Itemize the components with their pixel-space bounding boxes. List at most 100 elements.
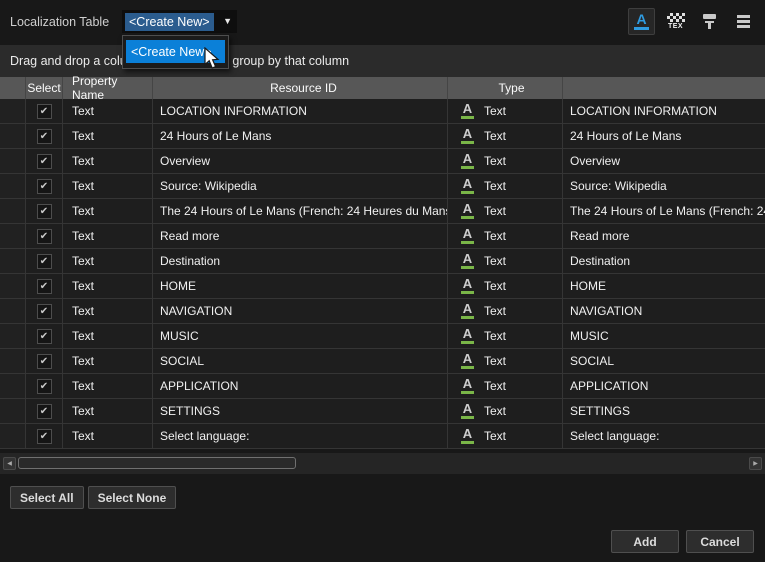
header-type[interactable]: Type [448, 77, 563, 99]
resource-id-cell: APPLICATION [153, 374, 448, 398]
resource-id-cell: Select language: [153, 424, 448, 448]
row-checkbox[interactable]: ✔ [37, 329, 52, 344]
menu-button[interactable] [730, 8, 757, 35]
type-cell: A Text [448, 174, 563, 198]
value-cell: MUSIC [563, 324, 765, 348]
type-label: Text [484, 229, 506, 243]
header-property-name[interactable]: Property Name [63, 77, 153, 99]
header-select[interactable]: Select [26, 77, 63, 99]
check-icon: ✔ [40, 155, 48, 168]
type-label: Text [484, 204, 506, 218]
row-checkbox[interactable]: ✔ [37, 154, 52, 169]
property-name-cell: Text [63, 274, 153, 298]
type-cell: A Text [448, 424, 563, 448]
row-checkbox[interactable]: ✔ [37, 279, 52, 294]
type-label: Text [484, 179, 506, 193]
value-cell: 24 Hours of Le Mans [563, 124, 765, 148]
row-select-cell: ✔ [26, 149, 63, 173]
row-checkbox[interactable]: ✔ [37, 429, 52, 444]
value-cell: Destination [563, 249, 765, 273]
check-icon: ✔ [40, 255, 48, 268]
add-button[interactable]: Add [611, 530, 679, 553]
text-type-icon: A [461, 303, 474, 319]
select-all-button[interactable]: Select All [10, 486, 84, 509]
check-icon: ✔ [40, 230, 48, 243]
row-gutter [0, 324, 26, 348]
texture-checker-icon [667, 13, 685, 22]
value-cell: Source: Wikipedia [563, 174, 765, 198]
table-row[interactable]: ✔ Text The 24 Hours of Le Mans (French: … [0, 199, 765, 224]
text-type-icon: A [461, 278, 474, 294]
row-checkbox[interactable]: ✔ [37, 129, 52, 144]
table-row[interactable]: ✔ Text Source: Wikipedia A Text Source: … [0, 174, 765, 199]
resource-id-cell: SOCIAL [153, 349, 448, 373]
row-checkbox[interactable]: ✔ [37, 304, 52, 319]
row-select-cell: ✔ [26, 124, 63, 148]
scroll-left-icon: ◀ [7, 460, 12, 467]
row-checkbox[interactable]: ✔ [37, 354, 52, 369]
table-row[interactable]: ✔ Text 24 Hours of Le Mans A Text 24 Hou… [0, 124, 765, 149]
text-type-icon: A [461, 203, 474, 219]
table-row[interactable]: ✔ Text Select language: A Text Select la… [0, 424, 765, 449]
localize-text-button[interactable]: A [628, 8, 655, 35]
type-cell: A Text [448, 324, 563, 348]
property-name-cell: Text [63, 374, 153, 398]
filter-button[interactable] [696, 8, 723, 35]
type-label: Text [484, 354, 506, 368]
row-checkbox[interactable]: ✔ [37, 229, 52, 244]
value-cell: Select language: [563, 424, 765, 448]
cancel-button[interactable]: Cancel [686, 530, 754, 553]
header-resource-id[interactable]: Resource ID [153, 77, 448, 99]
horizontal-scrollbar[interactable]: ◀ ▶ [0, 453, 765, 474]
header-gutter [0, 77, 26, 99]
row-checkbox[interactable]: ✔ [37, 379, 52, 394]
property-name-cell: Text [63, 224, 153, 248]
localize-texture-button[interactable]: TEX [662, 8, 689, 35]
page-title: Localization Table [10, 15, 109, 29]
text-type-icon: A [461, 378, 474, 394]
table-row[interactable]: ✔ Text SOCIAL A Text SOCIAL [0, 349, 765, 374]
header-value[interactable] [563, 77, 765, 99]
resource-id-cell: SETTINGS [153, 399, 448, 423]
table-row[interactable]: ✔ Text LOCATION INFORMATION A Text LOCAT… [0, 99, 765, 124]
row-checkbox[interactable]: ✔ [37, 404, 52, 419]
type-cell: A Text [448, 299, 563, 323]
row-gutter [0, 249, 26, 273]
scroll-left-button[interactable]: ◀ [3, 457, 16, 470]
resource-id-cell: HOME [153, 274, 448, 298]
resource-id-cell: 24 Hours of Le Mans [153, 124, 448, 148]
check-icon: ✔ [40, 430, 48, 443]
table-row[interactable]: ✔ Text Destination A Text Destination [0, 249, 765, 274]
row-select-cell: ✔ [26, 374, 63, 398]
hamburger-menu-icon [737, 15, 750, 18]
row-checkbox[interactable]: ✔ [37, 104, 52, 119]
table-row[interactable]: ✔ Text Read more A Text Read more [0, 224, 765, 249]
row-gutter [0, 149, 26, 173]
table-row[interactable]: ✔ Text SETTINGS A Text SETTINGS [0, 399, 765, 424]
property-name-cell: Text [63, 349, 153, 373]
type-cell: A Text [448, 99, 563, 123]
table-row[interactable]: ✔ Text NAVIGATION A Text NAVIGATION [0, 299, 765, 324]
row-checkbox[interactable]: ✔ [37, 179, 52, 194]
row-gutter [0, 199, 26, 223]
row-select-cell: ✔ [26, 174, 63, 198]
check-icon: ✔ [40, 280, 48, 293]
scroll-right-button[interactable]: ▶ [749, 457, 762, 470]
type-cell: A Text [448, 249, 563, 273]
top-toolbar: Localization Table <Create New> ▼ A TEX [0, 0, 765, 45]
table-row[interactable]: ✔ Text MUSIC A Text MUSIC [0, 324, 765, 349]
scrollbar-thumb[interactable] [18, 457, 296, 469]
table-row[interactable]: ✔ Text HOME A Text HOME [0, 274, 765, 299]
value-cell: HOME [563, 274, 765, 298]
row-checkbox[interactable]: ✔ [37, 204, 52, 219]
select-none-button[interactable]: Select None [88, 486, 177, 509]
row-checkbox[interactable]: ✔ [37, 254, 52, 269]
table-row[interactable]: ✔ Text APPLICATION A Text APPLICATION [0, 374, 765, 399]
localization-table-select[interactable]: <Create New> ▼ [122, 10, 237, 33]
table-row[interactable]: ✔ Text Overview A Text Overview [0, 149, 765, 174]
value-cell: Read more [563, 224, 765, 248]
resource-id-cell: Read more [153, 224, 448, 248]
type-label: Text [484, 154, 506, 168]
type-label: Text [484, 279, 506, 293]
text-type-icon: A [461, 153, 474, 169]
